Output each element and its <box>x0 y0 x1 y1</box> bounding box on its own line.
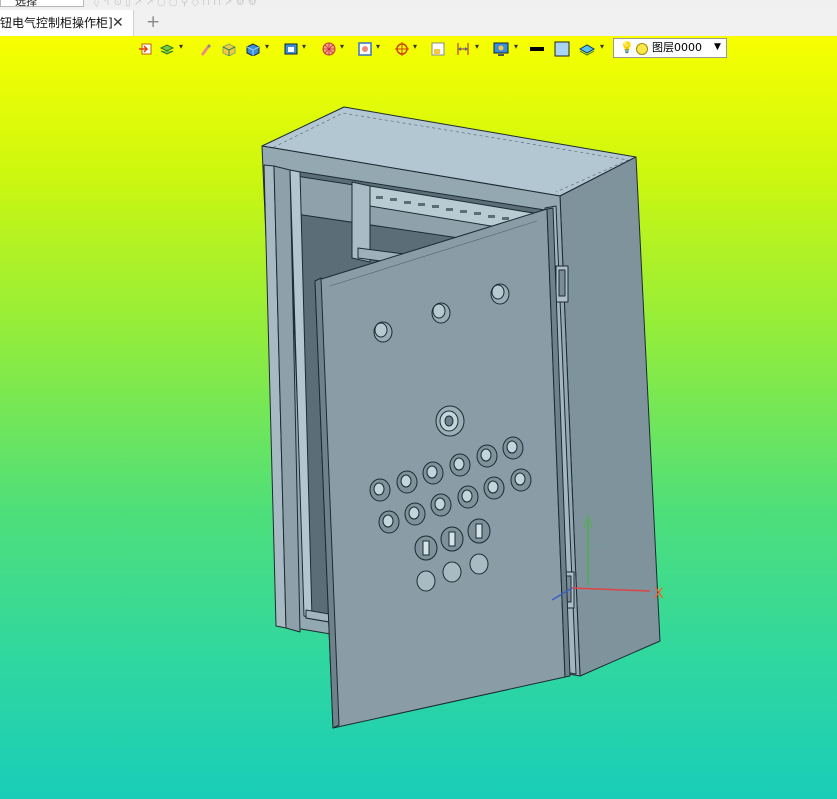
select-dropdown[interactable]: 选择 <box>0 0 84 8</box>
3d-viewport[interactable]: ▾ ▾ ▾ ▾ ▾ ▾ ▾ ▾ ▾ 💡 图层0000 ▼ X <box>0 36 837 799</box>
add-tab-icon[interactable]: + <box>146 12 160 32</box>
x-axis-label: X <box>654 586 664 602</box>
document-tab-bar: 钮电气控制柜操作柜] ✕ + <box>0 8 837 37</box>
control-cabinet-model: X <box>261 106 664 729</box>
ghost-tool-icon: ◊ ↰ ⊙ ▯ ↗ ↗ ○ ○ ⚲ ◇ ⊓ ⊓ ↗ ⚙ ⚙ <box>94 0 257 8</box>
document-tab[interactable]: 钮电气控制柜操作柜] ✕ <box>0 10 134 36</box>
tab-title: 钮电气控制柜操作柜] <box>0 16 113 30</box>
close-icon[interactable]: ✕ <box>112 10 124 36</box>
